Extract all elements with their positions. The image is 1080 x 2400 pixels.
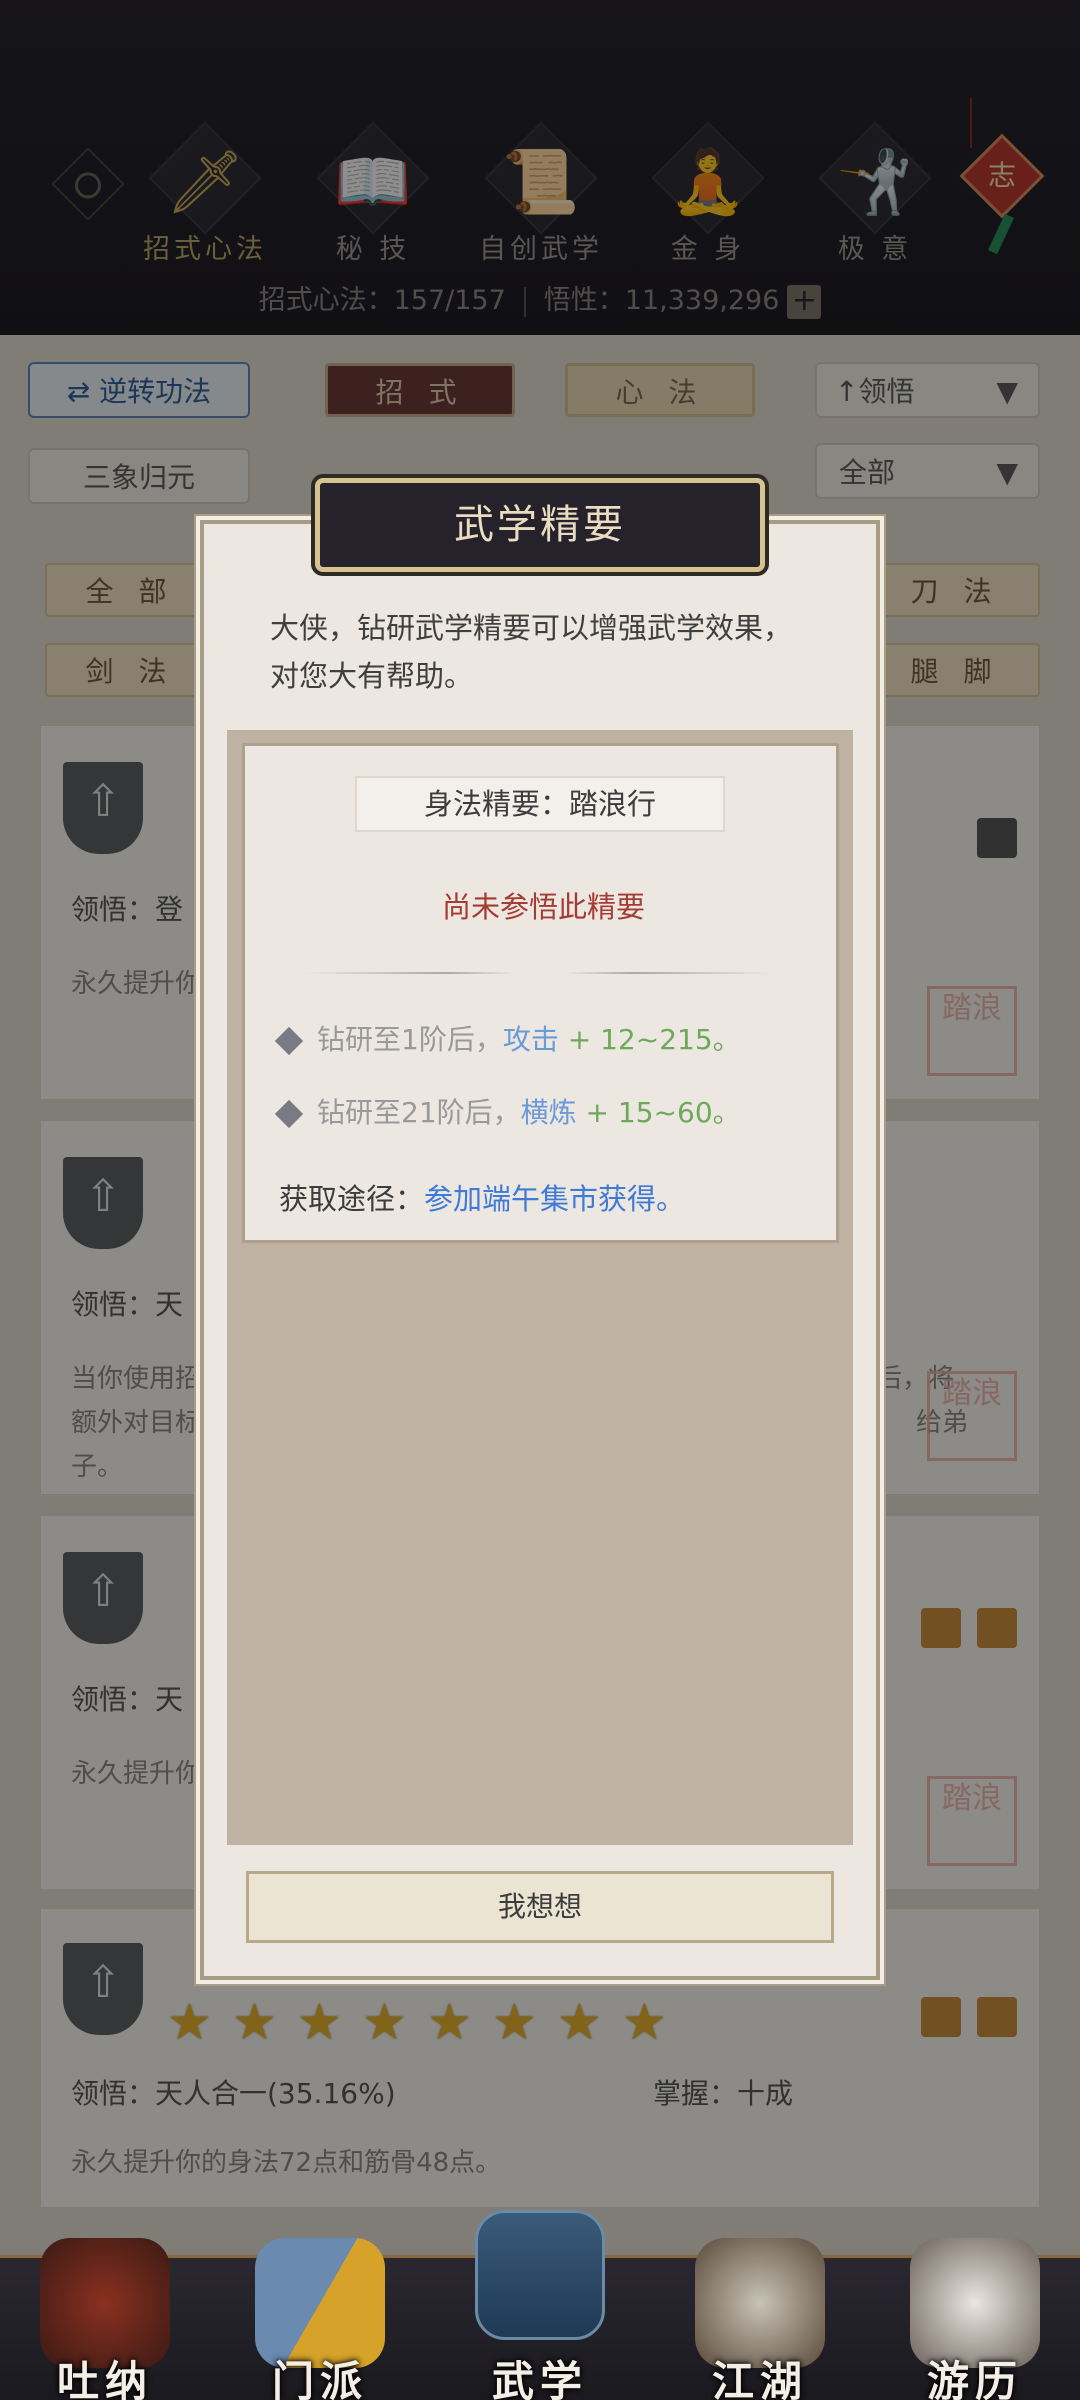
essence-row: 钻研至1阶后，攻击 + 12~215。 [274,1018,741,1058]
dialog-title: 武学精要 [315,478,765,572]
nav-travel[interactable]: 游历 [900,2228,1050,2400]
essence-status: 尚未参悟此精要 [441,890,645,924]
think-button[interactable]: 我想想 [246,1871,834,1943]
essence-name: 身法精要：踏浪行 [355,776,725,832]
source-link[interactable]: 参加端午集市获得。 [424,1182,685,1216]
ornament-divider [305,972,775,974]
gem-icon [274,1099,304,1129]
martial-book-icon [475,2210,605,2340]
nav-jianghu[interactable]: 江湖 [685,2228,835,2400]
nav-breathing[interactable]: 吐纳 [30,2228,180,2400]
nav-martial[interactable]: 武学 [465,2200,615,2400]
essence-detail-card: 身法精要：踏浪行 尚未参悟此精要 钻研至1阶后，攻击 + 12~215。 钻研至… [242,743,839,1243]
essence-row: 钻研至21阶后，横炼 + 15~60。 [274,1091,741,1131]
gem-icon [274,1026,304,1056]
nav-sect[interactable]: 门派 [245,2228,395,2400]
dialog-intro: 大侠，钻研武学精要可以增强武学效果，对您大有帮助。 [270,611,793,693]
acquire-source: 获取途径：参加端午集市获得。 [279,1182,686,1216]
